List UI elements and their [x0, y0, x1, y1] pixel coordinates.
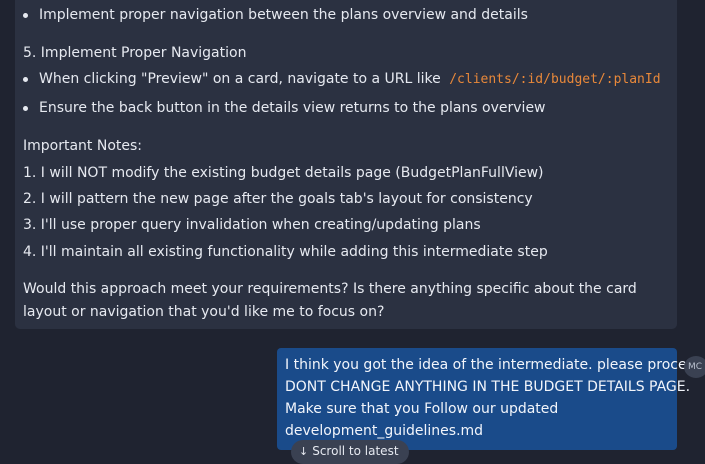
list-item-text: When clicking "Preview" on a card, navig…: [39, 70, 661, 89]
section-heading: 5. Implement Proper Navigation: [23, 45, 247, 61]
avatar: MC: [684, 356, 705, 378]
bullet-dot: [23, 13, 28, 18]
arrow-down-icon: ↓: [299, 445, 309, 458]
list-item-text: Implement proper navigation between the …: [39, 7, 528, 23]
note-item: 1. I will NOT modify the existing budget…: [23, 165, 544, 181]
closing-question: Would this approach meet your requiremen…: [23, 281, 637, 320]
note-item: 3. I'll use proper query invalidation wh…: [23, 217, 481, 233]
user-message-line: development_guidelines.md: [285, 423, 484, 439]
user-message-line: Make sure that you Follow our updated: [285, 401, 559, 417]
list-item-text: Ensure the back button in the details vi…: [39, 100, 546, 116]
scroll-to-latest-label: Scroll to latest: [312, 444, 399, 458]
user-message-line: DONT CHANGE ANYTHING IN THE BUDGET DETAI…: [285, 379, 691, 395]
notes-heading: Important Notes:: [23, 138, 143, 154]
user-message-line: I think you got the idea of the intermed…: [285, 357, 705, 373]
bullet-dot: [23, 77, 28, 82]
note-item: 4. I'll maintain all existing functional…: [23, 244, 548, 260]
scroll-to-latest-button[interactable]: ↓ Scroll to latest: [291, 440, 409, 464]
bullet-dot: [23, 106, 28, 111]
user-message: I think you got the idea of the intermed…: [277, 348, 705, 450]
note-item: 2. I will pattern the new page after the…: [23, 191, 533, 207]
list-item-label: When clicking "Preview" on a card, navig…: [39, 71, 441, 87]
assistant-message: Implement proper navigation between the …: [15, 0, 677, 329]
inline-code: /clients/:id/budget/:planId: [449, 72, 661, 87]
